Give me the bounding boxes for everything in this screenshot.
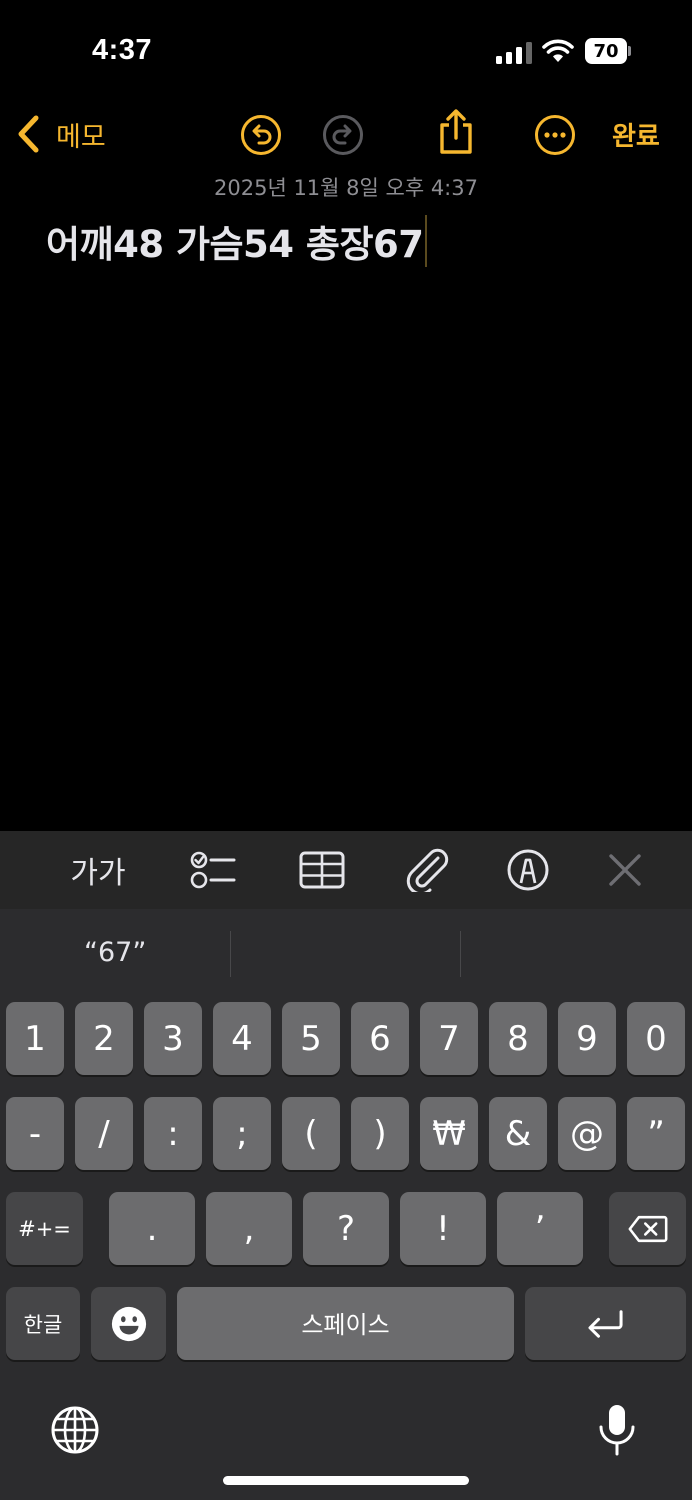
paperclip-icon[interactable] [404,848,452,892]
done-button[interactable]: 완료 [612,116,660,153]
key-3[interactable]: 3 [144,1002,202,1075]
key-question[interactable]: ? [303,1192,389,1265]
key-at[interactable]: @ [558,1097,616,1170]
key-9[interactable]: 9 [558,1002,616,1075]
key-8[interactable]: 8 [489,1002,547,1075]
key-comma[interactable]: , [206,1192,292,1265]
note-text[interactable]: 어깨48 가슴54 총장67 [46,214,424,268]
key-2[interactable]: 2 [75,1002,133,1075]
note-date: 2025년 11월 8일 오후 4:37 [214,176,478,200]
key-4[interactable]: 4 [213,1002,271,1075]
keyboard: “67” 1 2 3 4 5 6 7 8 9 0 - / : ; ( ) ₩ &… [0,909,692,1500]
status-bar: 4:37 70 [0,0,692,100]
format-toolbar: 가가 [0,831,692,909]
back-label: 메모 [56,121,106,153]
key-more-symbols[interactable]: #+= [6,1192,83,1265]
table-icon[interactable] [298,848,346,892]
return-key[interactable] [525,1287,686,1360]
checklist-icon[interactable] [188,848,236,892]
key-colon[interactable]: : [144,1097,202,1170]
key-apostrophe[interactable]: ’ [497,1192,583,1265]
globe-icon[interactable] [50,1405,100,1455]
lang-key[interactable]: 한글 [6,1287,80,1360]
key-close-paren[interactable]: ) [351,1097,409,1170]
cellular-signal-icon [496,42,532,64]
more-icon[interactable] [534,114,576,156]
key-1[interactable]: 1 [6,1002,64,1075]
chevron-left-icon [18,115,39,153]
key-hyphen[interactable]: - [6,1097,64,1170]
key-period[interactable]: . [109,1192,195,1265]
back-button[interactable]: 메모 [14,112,106,156]
prediction-bar: “67” [0,909,692,997]
note-body[interactable]: 어깨48 가슴54 총장67 [46,214,428,268]
battery-icon: 70 [585,38,631,64]
share-icon[interactable] [436,108,476,156]
key-7[interactable]: 7 [420,1002,478,1075]
undo-icon[interactable] [240,114,282,156]
key-slash[interactable]: / [75,1097,133,1170]
key-5[interactable]: 5 [282,1002,340,1075]
status-time: 4:37 [92,34,153,66]
microphone-icon[interactable] [596,1403,638,1457]
text-style-button[interactable]: 가가 [66,848,130,892]
key-semicolon[interactable]: ; [213,1097,271,1170]
backspace-icon [628,1215,667,1242]
emoji-key[interactable] [91,1287,166,1360]
key-0[interactable]: 0 [627,1002,685,1075]
key-ampersand[interactable]: & [489,1097,547,1170]
redo-icon[interactable] [322,114,364,156]
key-won[interactable]: ₩ [420,1097,478,1170]
prediction-suggestion[interactable]: “67” [84,937,146,968]
key-6[interactable]: 6 [351,1002,409,1075]
return-icon [587,1309,623,1338]
prediction-divider [230,931,231,977]
backspace-key[interactable] [609,1192,686,1265]
text-cursor [425,215,428,267]
markup-pen-icon[interactable] [506,848,550,892]
key-quote[interactable]: ” [627,1097,685,1170]
key-open-paren[interactable]: ( [282,1097,340,1170]
battery-level: 70 [593,40,619,62]
wifi-icon [542,39,574,62]
prediction-divider [460,931,461,977]
space-key[interactable]: 스페이스 [177,1287,514,1360]
emoji-icon [111,1306,146,1341]
key-exclamation[interactable]: ! [400,1192,486,1265]
home-indicator [223,1476,469,1485]
close-icon[interactable] [606,848,644,892]
